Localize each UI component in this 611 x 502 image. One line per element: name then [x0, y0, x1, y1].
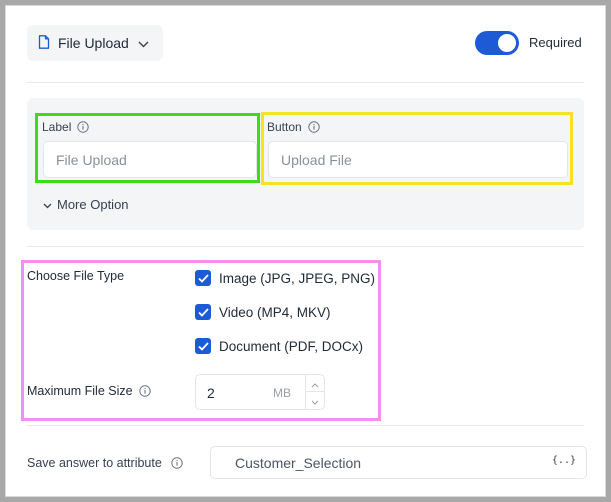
chevron-down-icon — [43, 197, 52, 212]
toggle-knob — [498, 34, 516, 52]
settings-panel: File Upload Required Label Button More O… — [5, 5, 606, 497]
variable-picker-icon[interactable]: {..} — [552, 455, 576, 466]
save-attribute-label: Save answer to attribute — [27, 456, 183, 470]
highlight-box-label — [35, 113, 260, 183]
file-icon — [38, 34, 50, 52]
divider — [27, 246, 584, 247]
more-option-toggle[interactable]: More Option — [43, 197, 129, 212]
save-attribute-value[interactable]: Customer_Selection — [235, 455, 361, 471]
divider — [27, 425, 584, 426]
info-icon[interactable] — [171, 457, 183, 469]
chevron-down-icon — [138, 36, 149, 51]
field-type-label: File Upload — [58, 35, 129, 51]
required-toggle[interactable] — [475, 31, 519, 55]
required-label: Required — [529, 35, 582, 50]
highlight-box-button — [261, 112, 573, 185]
field-type-dropdown[interactable]: File Upload — [27, 25, 163, 61]
save-attribute-input[interactable]: Customer_Selection {..} — [210, 446, 587, 479]
more-option-label: More Option — [57, 197, 129, 212]
highlight-box-file-settings — [21, 260, 381, 421]
divider — [27, 82, 584, 83]
